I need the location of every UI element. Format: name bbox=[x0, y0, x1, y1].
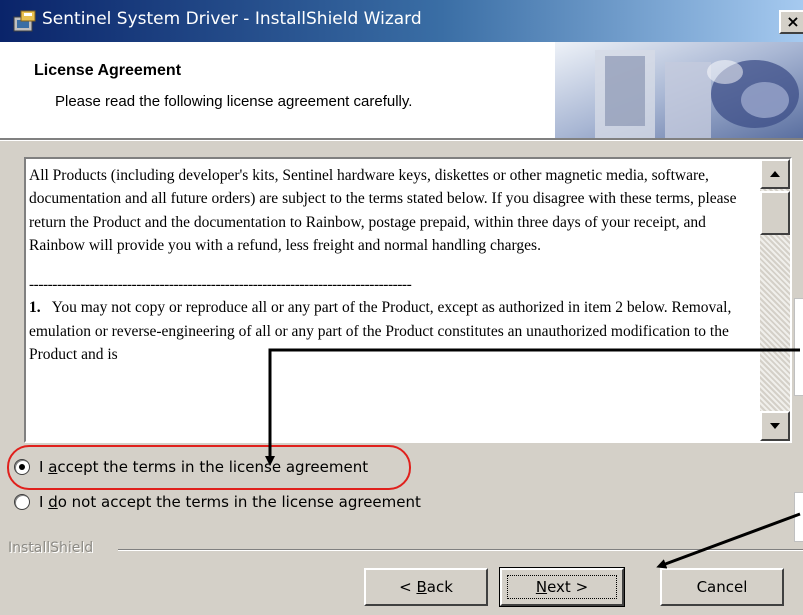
scroll-down-button[interactable] bbox=[760, 411, 790, 441]
cancel-button[interactable]: Cancel bbox=[660, 568, 784, 606]
next-button[interactable]: Next > bbox=[499, 567, 625, 607]
accept-highlight-circle bbox=[7, 445, 411, 490]
page-title: License Agreement bbox=[34, 62, 182, 79]
installer-window: Sentinel System Driver - InstallShield W… bbox=[0, 0, 803, 615]
wizard-header: License Agreement Please read the follow… bbox=[0, 42, 803, 140]
installshield-brand: InstallShield bbox=[8, 540, 94, 556]
footer-divider bbox=[118, 549, 803, 551]
header-banner-image bbox=[555, 42, 803, 138]
decline-label: I do not accept the terms in the license… bbox=[39, 493, 421, 511]
title-bar[interactable]: Sentinel System Driver - InstallShield W… bbox=[0, 0, 803, 42]
arrow-to-next-button bbox=[656, 512, 801, 569]
decline-option[interactable]: I do not accept the terms in the license… bbox=[14, 493, 421, 511]
scroll-up-button[interactable] bbox=[760, 159, 790, 189]
scroll-thumb[interactable] bbox=[760, 191, 790, 235]
license-paragraph-1: All Products (including developer's kits… bbox=[29, 167, 737, 254]
license-item-1-text: You may not copy or reproduce all or any… bbox=[29, 299, 732, 363]
back-button[interactable]: < Back bbox=[364, 568, 488, 606]
license-separator: ----------------------------------------… bbox=[29, 276, 412, 293]
installer-app-icon bbox=[13, 10, 36, 32]
close-button[interactable]: × bbox=[779, 10, 803, 34]
decline-radio[interactable] bbox=[14, 494, 30, 510]
license-scrollbar[interactable] bbox=[760, 159, 790, 441]
page-subtitle: Please read the following license agreem… bbox=[55, 93, 413, 110]
window-title: Sentinel System Driver - InstallShield W… bbox=[42, 9, 422, 29]
license-text: All Products (including developer's kits… bbox=[29, 164, 759, 366]
next-focus-rect bbox=[507, 575, 617, 599]
callout-box-accept bbox=[794, 298, 803, 396]
license-item-1: 1. You may not copy or reproduce all or … bbox=[29, 296, 759, 366]
close-icon: × bbox=[786, 12, 800, 31]
scroll-up-icon bbox=[770, 171, 780, 177]
license-item-1-number: 1. bbox=[29, 299, 41, 317]
scroll-down-icon bbox=[770, 423, 780, 429]
callout-box-next bbox=[794, 492, 803, 542]
license-text-box[interactable]: All Products (including developer's kits… bbox=[24, 157, 792, 443]
